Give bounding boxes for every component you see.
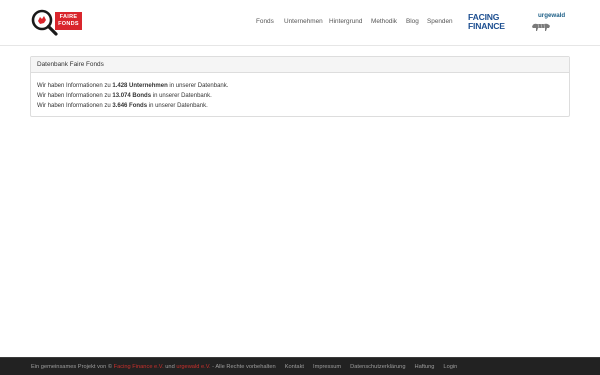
faire-fonds-logo[interactable]: FAIRE FONDS [31, 9, 83, 37]
info-line-count: 3.646 Fonds [112, 103, 148, 109]
nav-item-blog[interactable]: Blog [406, 18, 419, 26]
urgewald-logo[interactable]: urgewald [530, 12, 568, 34]
info-line-prefix: Wir haben Informationen zu [37, 83, 113, 89]
panel-body: Wir haben Informationen zu 1.428 Unterne… [31, 73, 569, 111]
logo-flag: FAIRE FONDS [55, 12, 82, 30]
nav-item-methodik[interactable]: Methodik [371, 18, 397, 26]
nav-item-unternehmen[interactable]: Unternehmen [284, 18, 323, 26]
facing-finance-logo-line2: FINANCE [468, 21, 505, 31]
footer-rights: - Alle Rechte vorbehalten [210, 364, 276, 370]
info-line-count: 13.074 Bonds [112, 93, 152, 99]
footer: Ein gemeinsames Projekt von © Facing Fin… [0, 357, 600, 375]
tiger-icon [532, 23, 550, 31]
urgewald-logo-text: urgewald [538, 12, 566, 19]
info-line-suffix: in unserer Datenbank. [147, 103, 208, 109]
info-line-funds: Wir haben Informationen zu 3.646 Fonds i… [37, 101, 563, 111]
info-line-suffix: in unserer Datenbank. [167, 83, 229, 89]
footer-text: Ein gemeinsames Projekt von © Facing Fin… [31, 363, 457, 371]
database-panel: Datenbank Faire Fonds Wir haben Informat… [30, 56, 570, 117]
nav-item-spenden[interactable]: Spenden [427, 18, 453, 26]
footer-prefix: Ein gemeinsames Projekt von © [31, 364, 114, 370]
info-line-bonds: Wir haben Informationen zu 13.074 Bonds … [37, 91, 563, 101]
info-line-companies: Wir haben Informationen zu 1.428 Unterne… [37, 81, 563, 91]
info-line-count: 1.428 Unternehmen [112, 83, 168, 89]
nav-item-hintergrund[interactable]: Hintergrund [329, 18, 362, 26]
footer-link-impressum[interactable]: Impressum [313, 364, 341, 370]
info-line-prefix: Wir haben Informationen zu [37, 93, 113, 99]
footer-link-login[interactable]: Login [443, 364, 457, 370]
facing-finance-logo[interactable]: FACING FINANCE [468, 13, 515, 32]
panel-title: Datenbank Faire Fonds [31, 57, 569, 73]
footer-link-kontakt[interactable]: Kontakt [285, 364, 304, 370]
footer-and: und [163, 364, 177, 370]
footer-link-facing-finance[interactable]: Facing Finance e.V. [114, 364, 164, 370]
footer-link-datenschutz[interactable]: Datenschutzerklärung [350, 364, 405, 370]
footer-link-haftung[interactable]: Haftung [414, 364, 434, 370]
navbar: FAIRE FONDS Fonds Unternehmen Hintergrun… [0, 0, 600, 46]
footer-link-urgewald[interactable]: urgewald e.V. [176, 364, 210, 370]
logo-flag-line2: FONDS [58, 20, 79, 27]
nav-item-fonds[interactable]: Fonds [256, 18, 274, 26]
info-line-prefix: Wir haben Informationen zu [37, 103, 113, 109]
info-line-suffix: in unserer Datenbank. [151, 93, 212, 99]
